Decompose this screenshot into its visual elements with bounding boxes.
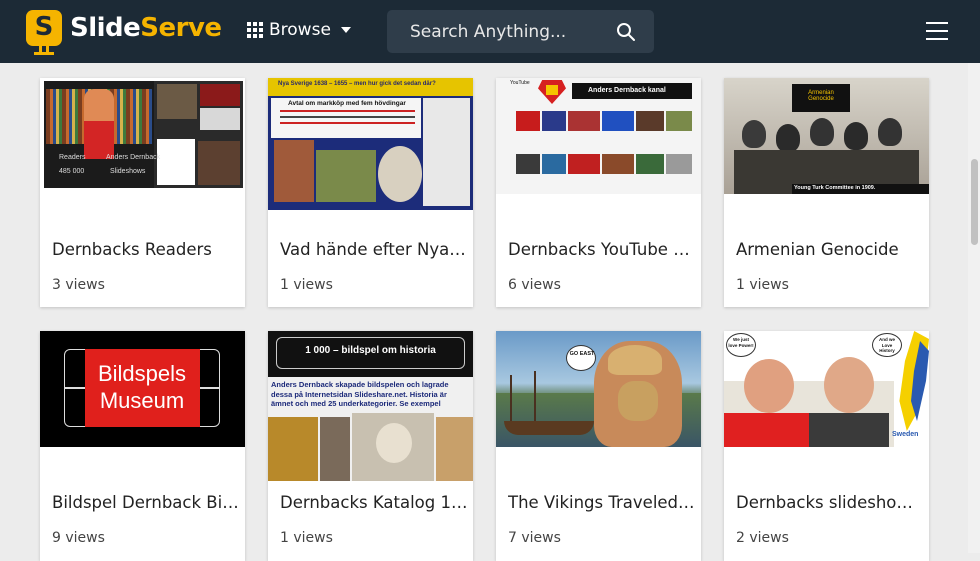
- thumbnail-text: YouTube: [510, 80, 530, 86]
- search-input[interactable]: [387, 10, 607, 53]
- view-count: 3 views: [52, 277, 105, 293]
- search-icon[interactable]: [616, 22, 636, 42]
- thumbnail-text: We just love Power!: [728, 337, 754, 348]
- presentation-title[interactable]: The Vikings Traveled East: [508, 493, 696, 512]
- presentation-title[interactable]: Bildspel Dernback Bildspelsmuseum: [52, 493, 240, 512]
- thumbnail-text: Bildspels: [97, 361, 187, 386]
- thumbnail-text: 1 000 – bildspel om historia: [305, 345, 436, 356]
- thumbnail-text: GO EAST: [569, 351, 595, 357]
- logo-text-serve: Serve: [140, 13, 222, 43]
- presentation-card[interactable]: 1 000 – bildspel om historia Anders Dern…: [268, 331, 473, 561]
- hamburger-menu-icon[interactable]: [926, 22, 948, 40]
- top-navigation-bar: S SlideServe Browse: [0, 0, 980, 63]
- thumbnail-text: Young Turk Committee in 1909.: [794, 185, 876, 191]
- view-count: 1 views: [280, 530, 333, 546]
- presentation-thumbnail[interactable]: Anders Dernback kanal YouTube: [496, 78, 701, 194]
- presentation-thumbnail[interactable]: Bildspels Museum: [40, 331, 245, 447]
- slideserve-logo[interactable]: S SlideServe: [26, 10, 222, 55]
- presentation-thumbnail[interactable]: Armenian Genocide Young Turk Committee i…: [724, 78, 929, 194]
- presentation-card[interactable]: Nya Sverige 1638 – 1655 – men hur gick d…: [268, 78, 473, 307]
- thumbnail-text: Armenian Genocide: [808, 90, 834, 102]
- presentation-card[interactable]: Bildspels Museum Bildspel Dernback Bilds…: [40, 331, 245, 561]
- browse-menu-button[interactable]: Browse: [247, 20, 351, 40]
- thumbnail-text: Readers: [59, 154, 86, 161]
- thumbnail-text: Avtal om markköp med fem hövdingar: [288, 100, 406, 107]
- presentation-thumbnail[interactable]: Nya Sverige 1638 – 1655 – men hur gick d…: [268, 78, 473, 210]
- presentation-thumbnail[interactable]: We just love Power! And we Love History …: [724, 331, 929, 447]
- thumbnail-text: Anders Dernback: [106, 154, 161, 161]
- view-count: 1 views: [736, 277, 789, 293]
- presentation-title[interactable]: Vad hände efter Nya Sverige: [280, 240, 468, 259]
- thumbnail-text: 485 000: [59, 168, 85, 175]
- presentation-thumbnail[interactable]: GO EAST: [496, 331, 701, 447]
- presentation-title[interactable]: Dernbacks Readers: [52, 240, 240, 259]
- thumbnail-text: Nya Sverige 1638 – 1655 – men hur gick d…: [278, 81, 436, 87]
- presentation-card[interactable]: We just love Power! And we Love History …: [724, 331, 929, 561]
- presentation-title[interactable]: Dernbacks YouTube Kanal: [508, 240, 696, 259]
- presentation-card[interactable]: Anders Dernback kanal YouTube Dernbacks …: [496, 78, 701, 307]
- thumbnail-text: And we Love History: [878, 337, 895, 353]
- logo-badge-icon: S: [26, 10, 62, 55]
- thumbnail-text: Slideshows: [110, 168, 146, 175]
- thumbnail-text: Sweden: [892, 431, 919, 438]
- thumbnail-text: Anders Dernback kanal: [588, 87, 666, 94]
- scrollbar-thumb[interactable]: [971, 159, 978, 245]
- grid-icon: [247, 22, 263, 38]
- presentation-card[interactable]: Armenian Genocide Young Turk Committee i…: [724, 78, 929, 307]
- presentation-title[interactable]: Armenian Genocide: [736, 240, 924, 259]
- presentation-card[interactable]: Readers Anders Dernback 485 000 Slidesho…: [40, 78, 245, 307]
- thumbnail-text: Anders Dernback skapade bildspelen och l…: [271, 380, 449, 408]
- logo-text: SlideServe: [70, 13, 222, 43]
- browse-label: Browse: [269, 20, 331, 40]
- view-count: 7 views: [508, 530, 561, 546]
- view-count: 1 views: [280, 277, 333, 293]
- logo-text-slide: Slide: [70, 13, 141, 43]
- thumbnail-text: Museum: [99, 388, 185, 413]
- chevron-down-icon: [340, 27, 351, 33]
- logo-badge-letter: S: [34, 12, 54, 42]
- view-count: 9 views: [52, 530, 105, 546]
- view-count: 2 views: [736, 530, 789, 546]
- page-scrollbar[interactable]: [968, 63, 980, 553]
- presentation-card[interactable]: GO EAST The Vikings Traveled East 7 view…: [496, 331, 701, 561]
- presentation-thumbnail[interactable]: 1 000 – bildspel om historia Anders Dern…: [268, 331, 473, 481]
- search-box: [387, 10, 654, 53]
- view-count: 6 views: [508, 277, 561, 293]
- presentation-thumbnail[interactable]: Readers Anders Dernback 485 000 Slidesho…: [44, 81, 243, 188]
- presentation-title[interactable]: Dernbacks Katalog 1 000 bildspel: [280, 493, 468, 512]
- presentation-title[interactable]: Dernbacks slideshows Sweden: [736, 493, 924, 512]
